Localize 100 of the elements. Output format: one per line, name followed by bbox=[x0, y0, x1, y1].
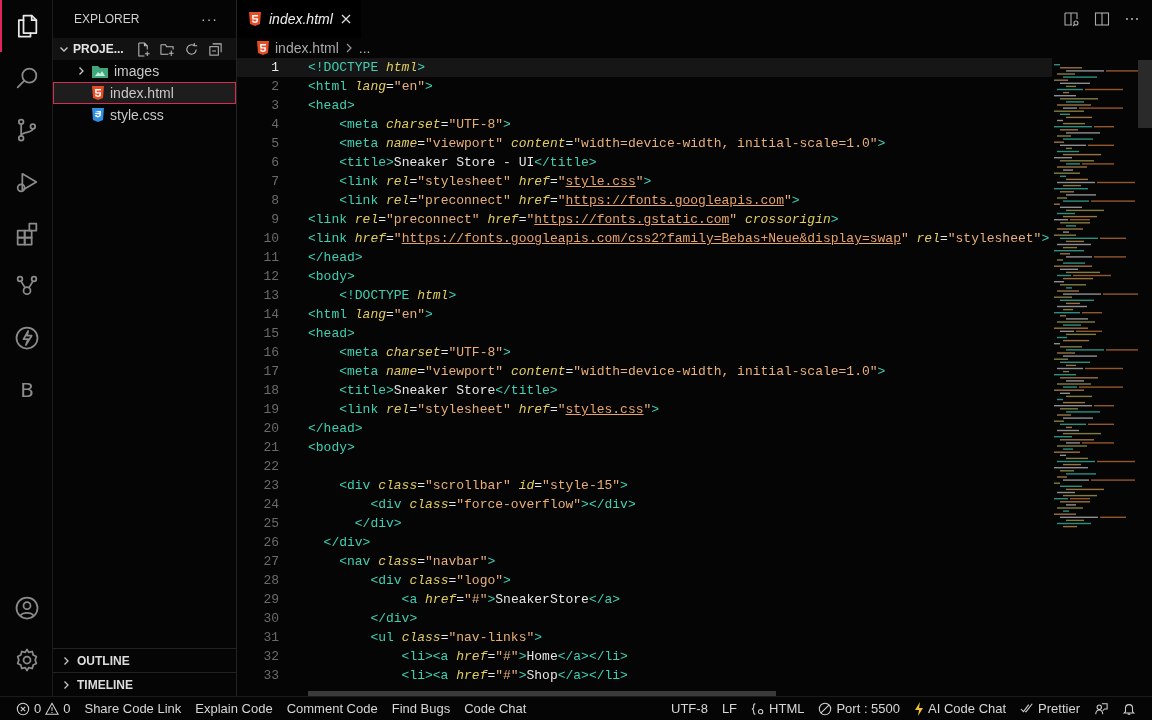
status-item[interactable]: Comment Code bbox=[280, 697, 384, 720]
prettier-status[interactable]: Prettier bbox=[1014, 697, 1086, 720]
new-file-icon[interactable] bbox=[135, 41, 151, 57]
line-number: 24 bbox=[262, 496, 279, 514]
code-line: <link rel="preconnect" href="https://fonts.googleapis.com"> bbox=[338, 192, 800, 210]
problems-status[interactable]: 0 0 bbox=[10, 697, 77, 720]
code-line: <title>Sneaker Store - UI</title> bbox=[338, 154, 597, 172]
language-status[interactable]: HTML bbox=[745, 697, 811, 720]
status-item[interactable]: Share Code Link bbox=[78, 697, 188, 720]
code-line: <html lang="en"> bbox=[308, 78, 433, 96]
code-line: </div> bbox=[322, 534, 371, 552]
line-number: 33 bbox=[262, 667, 279, 685]
code-line: <meta charset="UTF-8"> bbox=[338, 344, 511, 362]
file-tree-item[interactable]: style.css bbox=[53, 104, 236, 126]
open-preview-icon[interactable] bbox=[1064, 11, 1080, 27]
line-number: 21 bbox=[262, 439, 279, 457]
line-number: 25 bbox=[262, 515, 279, 533]
editor-tab[interactable]: index.html bbox=[237, 0, 361, 38]
html-file-icon bbox=[257, 41, 269, 55]
code-line: <nav class="navbar"> bbox=[338, 553, 496, 571]
line-number: 11 bbox=[262, 249, 279, 267]
code-line: <meta charset="UTF-8"> bbox=[338, 116, 511, 134]
code-line: <!DOCTYPE html> bbox=[308, 59, 426, 77]
status-item[interactable]: Explain Code bbox=[189, 697, 279, 720]
html-file-icon bbox=[92, 86, 104, 100]
code-line: <link rel="stylesheet" href="styles.css"> bbox=[338, 401, 660, 419]
line-number: 14 bbox=[262, 306, 279, 324]
line-number: 10 bbox=[262, 230, 279, 248]
file-tree-item[interactable]: index.html bbox=[53, 82, 236, 104]
account-icon[interactable] bbox=[13, 594, 41, 622]
ai-chat-status[interactable]: AI Code Chat bbox=[908, 697, 1013, 720]
line-number: 16 bbox=[262, 344, 279, 362]
code-line: </div> bbox=[353, 515, 402, 533]
line-number: 9 bbox=[270, 211, 279, 229]
code-line: </head> bbox=[308, 420, 363, 438]
code-line: <head> bbox=[308, 325, 355, 343]
code-line: <link rel="stylesheet" href="style.css"> bbox=[338, 173, 652, 191]
code-line: <meta name="viewport" content="width=device-width, initial-scale=1.0"> bbox=[338, 363, 886, 381]
braces-icon bbox=[751, 701, 766, 716]
warning-icon bbox=[45, 701, 60, 716]
panel-section-header[interactable]: OUTLINE bbox=[53, 648, 236, 672]
chevron-right-icon bbox=[61, 655, 71, 666]
line-number: 1 bbox=[270, 59, 279, 77]
line-number: 26 bbox=[262, 534, 279, 552]
letter-icon[interactable]: B bbox=[20, 378, 34, 402]
breadcrumb-item[interactable]: ... bbox=[358, 40, 371, 56]
chevron-down-icon bbox=[59, 44, 69, 54]
line-number: 23 bbox=[262, 477, 279, 495]
code-line: <link rel="preconnect" href="https://fonts.gstatic.com" crossorigin> bbox=[308, 211, 839, 229]
status-item[interactable]: UTF-8 bbox=[665, 697, 714, 720]
css-file-icon bbox=[92, 108, 104, 122]
status-item[interactable]: Find Bugs bbox=[385, 697, 457, 720]
line-number: 31 bbox=[262, 629, 279, 647]
code-line: </div> bbox=[369, 610, 418, 628]
code-line: <div class="logo"> bbox=[369, 572, 511, 590]
code-line: </head> bbox=[308, 249, 363, 267]
line-number: 22 bbox=[262, 458, 279, 476]
code-line: <title>Sneaker Store</title> bbox=[338, 382, 558, 400]
horizontal-scrollbar[interactable] bbox=[308, 691, 776, 696]
code-line: <link href="https://fonts.googleapis.com/css2?family=Bebas+Neue&display=swap" rel="stylesheet"> bbox=[308, 230, 1050, 248]
port-status[interactable]: Port : 5500 bbox=[812, 697, 907, 720]
file-tree-item[interactable]: images bbox=[53, 60, 236, 82]
code-line: <ul class="nav-links"> bbox=[369, 629, 543, 647]
more-button[interactable]: ··· bbox=[201, 11, 218, 27]
chevron-right-icon bbox=[61, 679, 71, 690]
line-number: 7 bbox=[270, 173, 279, 191]
code-line: <body> bbox=[308, 439, 355, 457]
status-item[interactable]: Code Chat bbox=[458, 697, 533, 720]
feedback-icon bbox=[1094, 701, 1108, 716]
line-number: 27 bbox=[262, 553, 279, 571]
panel-section-header[interactable]: TIMELINE bbox=[53, 672, 236, 696]
bell-icon bbox=[1122, 701, 1136, 716]
html-file-icon bbox=[249, 12, 261, 26]
split-editor-icon[interactable] bbox=[1094, 11, 1110, 27]
line-number: 20 bbox=[262, 420, 279, 438]
line-number: 28 bbox=[262, 572, 279, 590]
double-check-icon bbox=[1020, 701, 1035, 716]
bolt-icon[interactable] bbox=[13, 324, 41, 352]
code-line: <a href="#">SneakerStore</a> bbox=[400, 591, 621, 609]
code-line: <html lang="en"> bbox=[308, 306, 433, 324]
refresh-icon[interactable] bbox=[183, 41, 199, 57]
code-line: <li><a href="#">Shop</a></li> bbox=[400, 667, 628, 685]
breadcrumb-item[interactable]: index.html bbox=[275, 40, 339, 56]
collapse-all-icon[interactable] bbox=[207, 41, 223, 57]
scrollbar-thumb[interactable] bbox=[1138, 60, 1152, 128]
new-folder-icon[interactable] bbox=[159, 41, 175, 57]
bolt-icon bbox=[914, 701, 925, 716]
code-line: <meta name="viewport" content="width=device-width, initial-scale=1.0"> bbox=[338, 135, 886, 153]
status-item[interactable]: LF bbox=[715, 697, 744, 720]
project-folder[interactable]: PROJE... bbox=[73, 42, 124, 56]
line-number: 2 bbox=[270, 78, 279, 96]
line-number: 15 bbox=[262, 325, 279, 343]
close-icon[interactable] bbox=[340, 14, 351, 24]
chevron-right-icon bbox=[76, 66, 86, 76]
error-icon bbox=[16, 701, 30, 716]
line-number: 5 bbox=[270, 135, 279, 153]
line-number: 6 bbox=[270, 154, 279, 172]
code-line: <div class="force-overflow"></div> bbox=[369, 496, 636, 514]
code-line: <li><a href="#">Home</a></li> bbox=[400, 648, 628, 666]
line-number: 29 bbox=[262, 591, 279, 609]
